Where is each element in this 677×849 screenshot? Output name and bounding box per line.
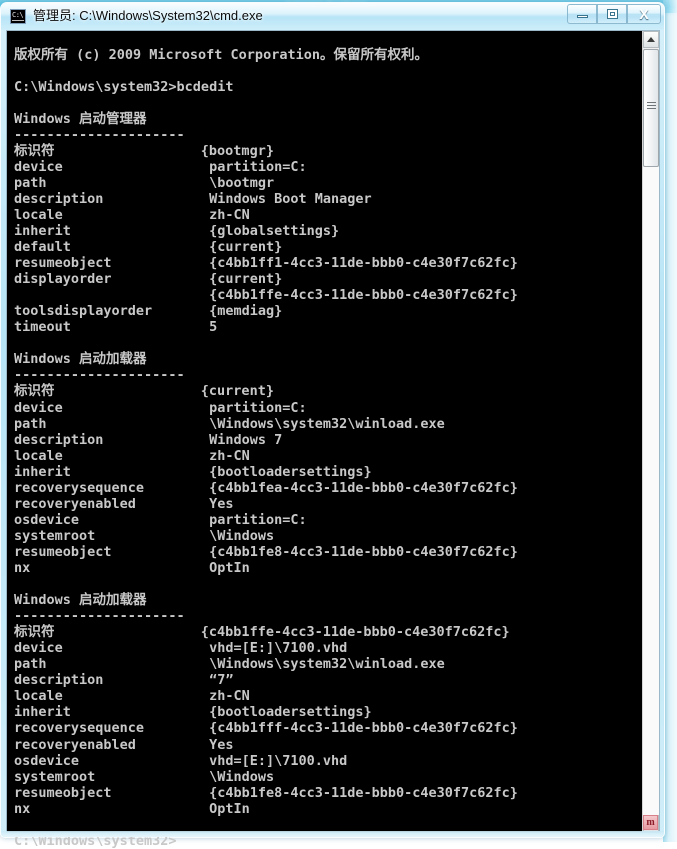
scrollbar-grip-icon [647,102,656,111]
cmd-icon: C:\ [10,9,26,24]
chevron-up-icon [647,37,655,42]
maximize-icon [606,9,618,19]
background-window-right-edge [663,0,677,842]
console-output: 版权所有 (c) 2009 Microsoft Corporation。保留所有… [14,46,518,849]
window-title: 管理员: C:\Windows\System32\cmd.exe [33,8,263,23]
scroll-up-button[interactable] [643,31,659,48]
console-client-area[interactable]: 版权所有 (c) 2009 Microsoft Corporation。保留所有… [6,30,660,849]
console-scrollbar[interactable] [642,31,659,832]
close-icon: X [639,6,649,22]
cmd-icon-bar [12,20,24,21]
scrollbar-track[interactable] [643,167,659,815]
minimize-button[interactable] [567,4,597,24]
minimize-icon [576,15,588,18]
close-button[interactable]: X [627,4,661,24]
maximize-button[interactable] [597,4,627,24]
window-bottom-frame [1,831,664,837]
scrollbar-thumb[interactable] [643,49,659,167]
command-prompt-window: C:\ 管理员: C:\Windows\System32\cmd.exe X 版… [0,2,665,849]
window-titlebar[interactable]: C:\ 管理员: C:\Windows\System32\cmd.exe X [1,3,664,30]
watermark-logo: m [643,815,658,830]
desktop-background: Internet Explorer C:\ 管理员: C:\Windows\Sy… [0,0,677,849]
cmd-icon-glyph: C:\ [12,11,24,19]
